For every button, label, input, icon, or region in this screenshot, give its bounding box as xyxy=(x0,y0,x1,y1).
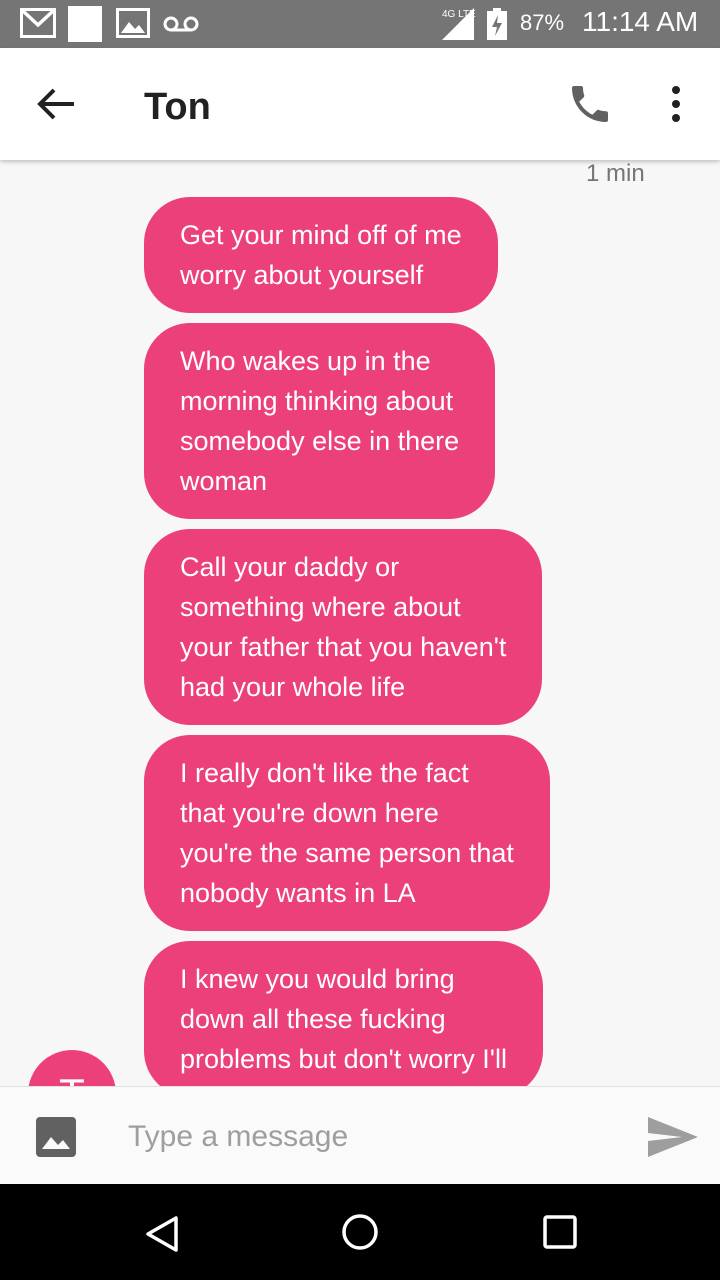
message-bubble[interactable]: Get your mind off of me worry about your… xyxy=(144,197,498,313)
nav-recents-icon[interactable] xyxy=(542,1214,578,1250)
clock: 11:14 AM xyxy=(582,6,699,37)
blank-notification-icon xyxy=(68,6,102,42)
attach-image-icon[interactable] xyxy=(34,1115,78,1159)
svg-text:4G LTE: 4G LTE xyxy=(442,9,476,20)
app-bar: Ton xyxy=(0,48,720,160)
nav-home-icon[interactable] xyxy=(340,1212,380,1252)
voicemail-icon xyxy=(163,16,199,32)
back-arrow-icon[interactable] xyxy=(32,84,80,124)
battery-charging-icon xyxy=(487,8,507,40)
contact-name: Ton xyxy=(144,86,211,128)
message-bubble[interactable]: I knew you would bring down all these fu… xyxy=(144,941,543,1086)
image-icon xyxy=(116,8,150,38)
messaging-app: 4G LTE 87% 11:14 AM Ton 1 min Get your m… xyxy=(0,0,720,1280)
message-input[interactable] xyxy=(128,1107,608,1167)
phone-icon[interactable] xyxy=(566,80,614,128)
status-bar: 4G LTE 87% 11:14 AM xyxy=(0,0,720,48)
navigation-bar xyxy=(0,1184,720,1280)
message-timestamp: 1 min xyxy=(586,160,645,187)
send-icon[interactable] xyxy=(644,1113,700,1161)
signal-4g-lte-icon: 4G LTE xyxy=(442,8,476,40)
conversation-list[interactable]: 1 min Get your mind off of me worry abou… xyxy=(0,160,720,1086)
gmail-icon xyxy=(20,8,56,38)
compose-bar xyxy=(0,1086,720,1184)
message-bubble[interactable]: Call your daddy or something where about… xyxy=(144,529,543,725)
message-bubble[interactable]: Who wakes up in the morning thinking abo… xyxy=(144,323,496,519)
battery-percentage: 87% xyxy=(520,10,565,35)
more-vert-icon[interactable] xyxy=(660,82,692,126)
message-bubble[interactable]: I really don't like the fact that you're… xyxy=(144,735,550,931)
contact-avatar[interactable]: T xyxy=(28,1050,116,1086)
nav-back-icon[interactable] xyxy=(142,1214,182,1254)
